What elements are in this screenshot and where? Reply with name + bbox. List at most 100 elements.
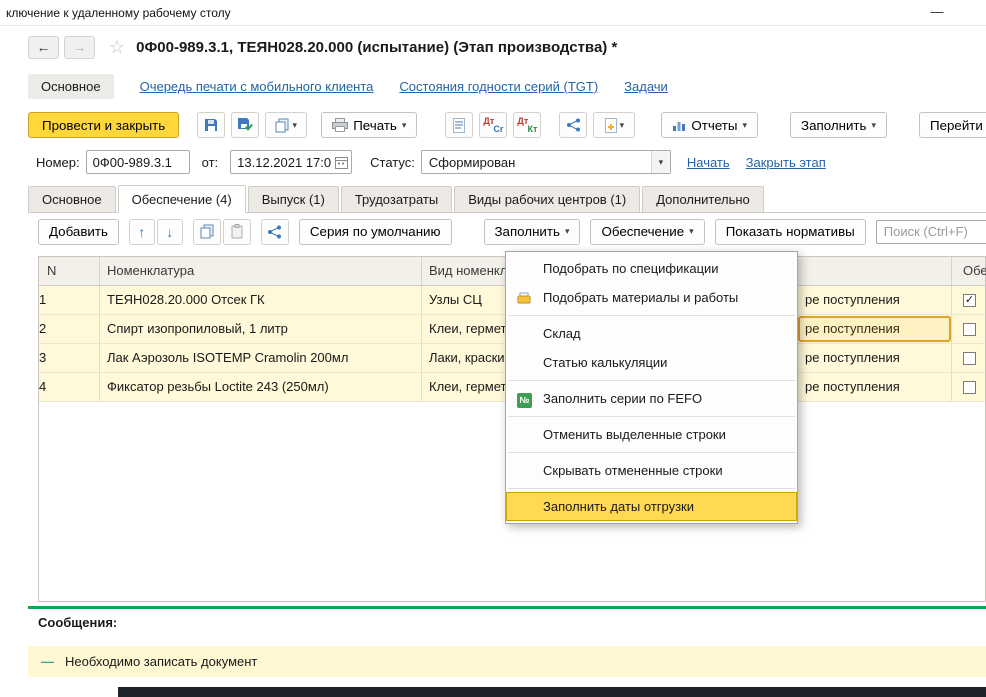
header-nomenclature[interactable]: Номенклатура [99,257,421,285]
share-icon [267,225,282,239]
menu-separator [508,315,795,316]
document-plus-icon [605,118,617,133]
message-text: Необходимо записать документ [65,654,257,669]
move-down-button[interactable]: ↓ [157,219,183,245]
message-dash-icon: — [41,654,54,669]
cell-n[interactable]: 2 [39,315,58,343]
add-row-button[interactable]: Добавить [38,219,119,245]
section-link-print-queue[interactable]: Очередь печати с мобильного клиента [140,79,374,94]
grid-share-button[interactable] [261,219,289,245]
section-tabs: Основное Очередь печати с мобильного кли… [28,73,668,100]
cell-n[interactable]: 4 [39,373,58,401]
menu-separator [508,416,795,417]
arrow-down-icon: ↓ [166,224,173,240]
minimize-button[interactable]: — [922,1,952,23]
calendar-button[interactable] [334,155,349,169]
supply-label: Обеспечение [601,224,684,239]
show-norms-button[interactable]: Показать нормативы [715,219,866,245]
dt-cr-icon: ДтCr [483,117,503,134]
close-stage-link[interactable]: Закрыть этап [746,155,826,170]
number-label: Номер: [36,155,80,170]
print-label: Печать [353,118,397,133]
tab-workcenters[interactable]: Виды рабочих центров (1) [454,186,640,212]
tab-labor[interactable]: Трудозатраты [341,186,452,212]
calendar-icon [335,156,348,169]
cell-nomenclature[interactable]: Спирт изопропиловый, 1 литр [99,315,421,343]
document-structure-button[interactable] [445,112,473,138]
goto-label: Перейти [930,118,983,133]
checkbox-unchecked[interactable] [963,323,976,336]
number-input[interactable] [86,150,190,174]
floppy-post-icon [237,117,253,133]
menu-item-cost-article[interactable]: Статью калькуляции [506,348,797,377]
cell-supply[interactable]: ре поступления [799,286,949,314]
arrow-up-icon: ↑ [138,224,145,240]
dt-cr-movements-button[interactable]: ДтCr [479,112,507,138]
forward-icon: → [73,39,87,55]
header-n[interactable]: N [39,257,56,285]
reports-button[interactable]: Отчеты ▾ [661,112,758,138]
tab-main[interactable]: Основное [28,186,116,212]
checkbox-unchecked[interactable] [963,352,976,365]
grid-fill-menu-button[interactable]: Заполнить ▾ [484,219,581,245]
search-input[interactable] [876,220,986,244]
paste-icon [230,224,244,239]
menu-item-cancel-selected-rows[interactable]: Отменить выделенные строки [506,420,797,449]
message-item[interactable]: — Необходимо записать документ [28,646,986,677]
checkbox-unchecked[interactable] [963,381,976,394]
cell-supply[interactable]: ре поступления [799,315,949,343]
header-check[interactable]: Обес [951,257,986,285]
dt-kt-movements-button[interactable]: ДтКт [513,112,541,138]
section-link-series-states[interactable]: Состояния годности серий (TGT) [399,79,598,94]
post-button[interactable] [231,112,259,138]
messages-splitter[interactable] [28,606,986,609]
default-series-button[interactable]: Серия по умолчанию [299,219,452,245]
forward-button[interactable]: → [64,36,95,59]
share-discuss-button[interactable] [559,112,587,138]
combo-dropdown-button[interactable]: ▾ [651,151,670,173]
paste-rows-button[interactable] [223,219,251,245]
fefo-series-icon: № [517,391,532,408]
menu-item-hide-cancelled-rows[interactable]: Скрывать отмененные строки [506,456,797,485]
cell-nomenclature[interactable]: Фиксатор резьбы Loctite 243 (250мл) [99,373,421,401]
pick-materials-icon [517,290,531,307]
fill-menu-button[interactable]: Заполнить ▾ [790,112,887,138]
save-button[interactable] [197,112,225,138]
menu-item-pick-materials[interactable]: Подобрать материалы и работы [506,283,797,312]
post-and-close-button[interactable]: Провести и закрыть [28,112,179,138]
section-link-tasks[interactable]: Задачи [624,79,668,94]
document-fields-row: Номер: от: Статус: Сформирован ▾ Начать … [36,149,986,175]
menu-item-warehouse[interactable]: Склад [506,319,797,348]
attach-files-button[interactable]: ▾ [593,112,635,138]
grid-toolbar: Добавить ↑ ↓ Серия по умолчанию Заполнит… [38,218,986,245]
tab-additional[interactable]: Дополнительно [642,186,764,212]
cell-n[interactable]: 3 [39,344,58,372]
chevron-down-icon: ▾ [689,226,694,237]
supply-menu-button[interactable]: Обеспечение ▾ [590,219,704,245]
goto-menu-button[interactable]: Перейти ▾ [919,112,986,138]
copy-pages-icon [275,118,289,133]
cell-supply[interactable]: ре поступления [799,373,949,401]
start-link[interactable]: Начать [687,155,730,170]
create-based-on-button[interactable]: ▾ [265,112,307,138]
status-combobox[interactable]: Сформирован ▾ [421,150,671,174]
cell-nomenclature[interactable]: Лак Аэрозоль ISOTEMP Cramolin 200мл [99,344,421,372]
tab-output[interactable]: Выпуск (1) [248,186,339,212]
menu-item-pick-by-spec[interactable]: Подобрать по спецификации [506,254,797,283]
move-up-button[interactable]: ↑ [129,219,155,245]
print-button[interactable]: Печать ▾ [321,112,417,138]
reports-label: Отчеты [691,118,737,133]
cell-n[interactable]: 1 [39,286,58,314]
copy-rows-button[interactable] [193,219,221,245]
cell-supply[interactable]: ре поступления [799,344,949,372]
header-supply[interactable] [799,257,949,285]
favorite-star-icon[interactable]: ☆ [109,37,125,58]
menu-item-fill-series-fefo[interactable]: № Заполнить серии по FEFO [506,384,797,413]
tab-supply[interactable]: Обеспечение (4) [118,185,246,213]
section-main[interactable]: Основное [28,74,114,99]
fill-dropdown-menu: Подобрать по спецификации Подобрать мате… [505,251,798,524]
menu-item-fill-shipment-dates[interactable]: Заполнить даты отгрузки [506,492,797,521]
checkbox-checked[interactable]: ✓ [963,294,976,307]
cell-nomenclature[interactable]: ТЕЯН028.20.000 Отсек ГК [99,286,421,314]
back-button[interactable]: ← [28,36,59,59]
